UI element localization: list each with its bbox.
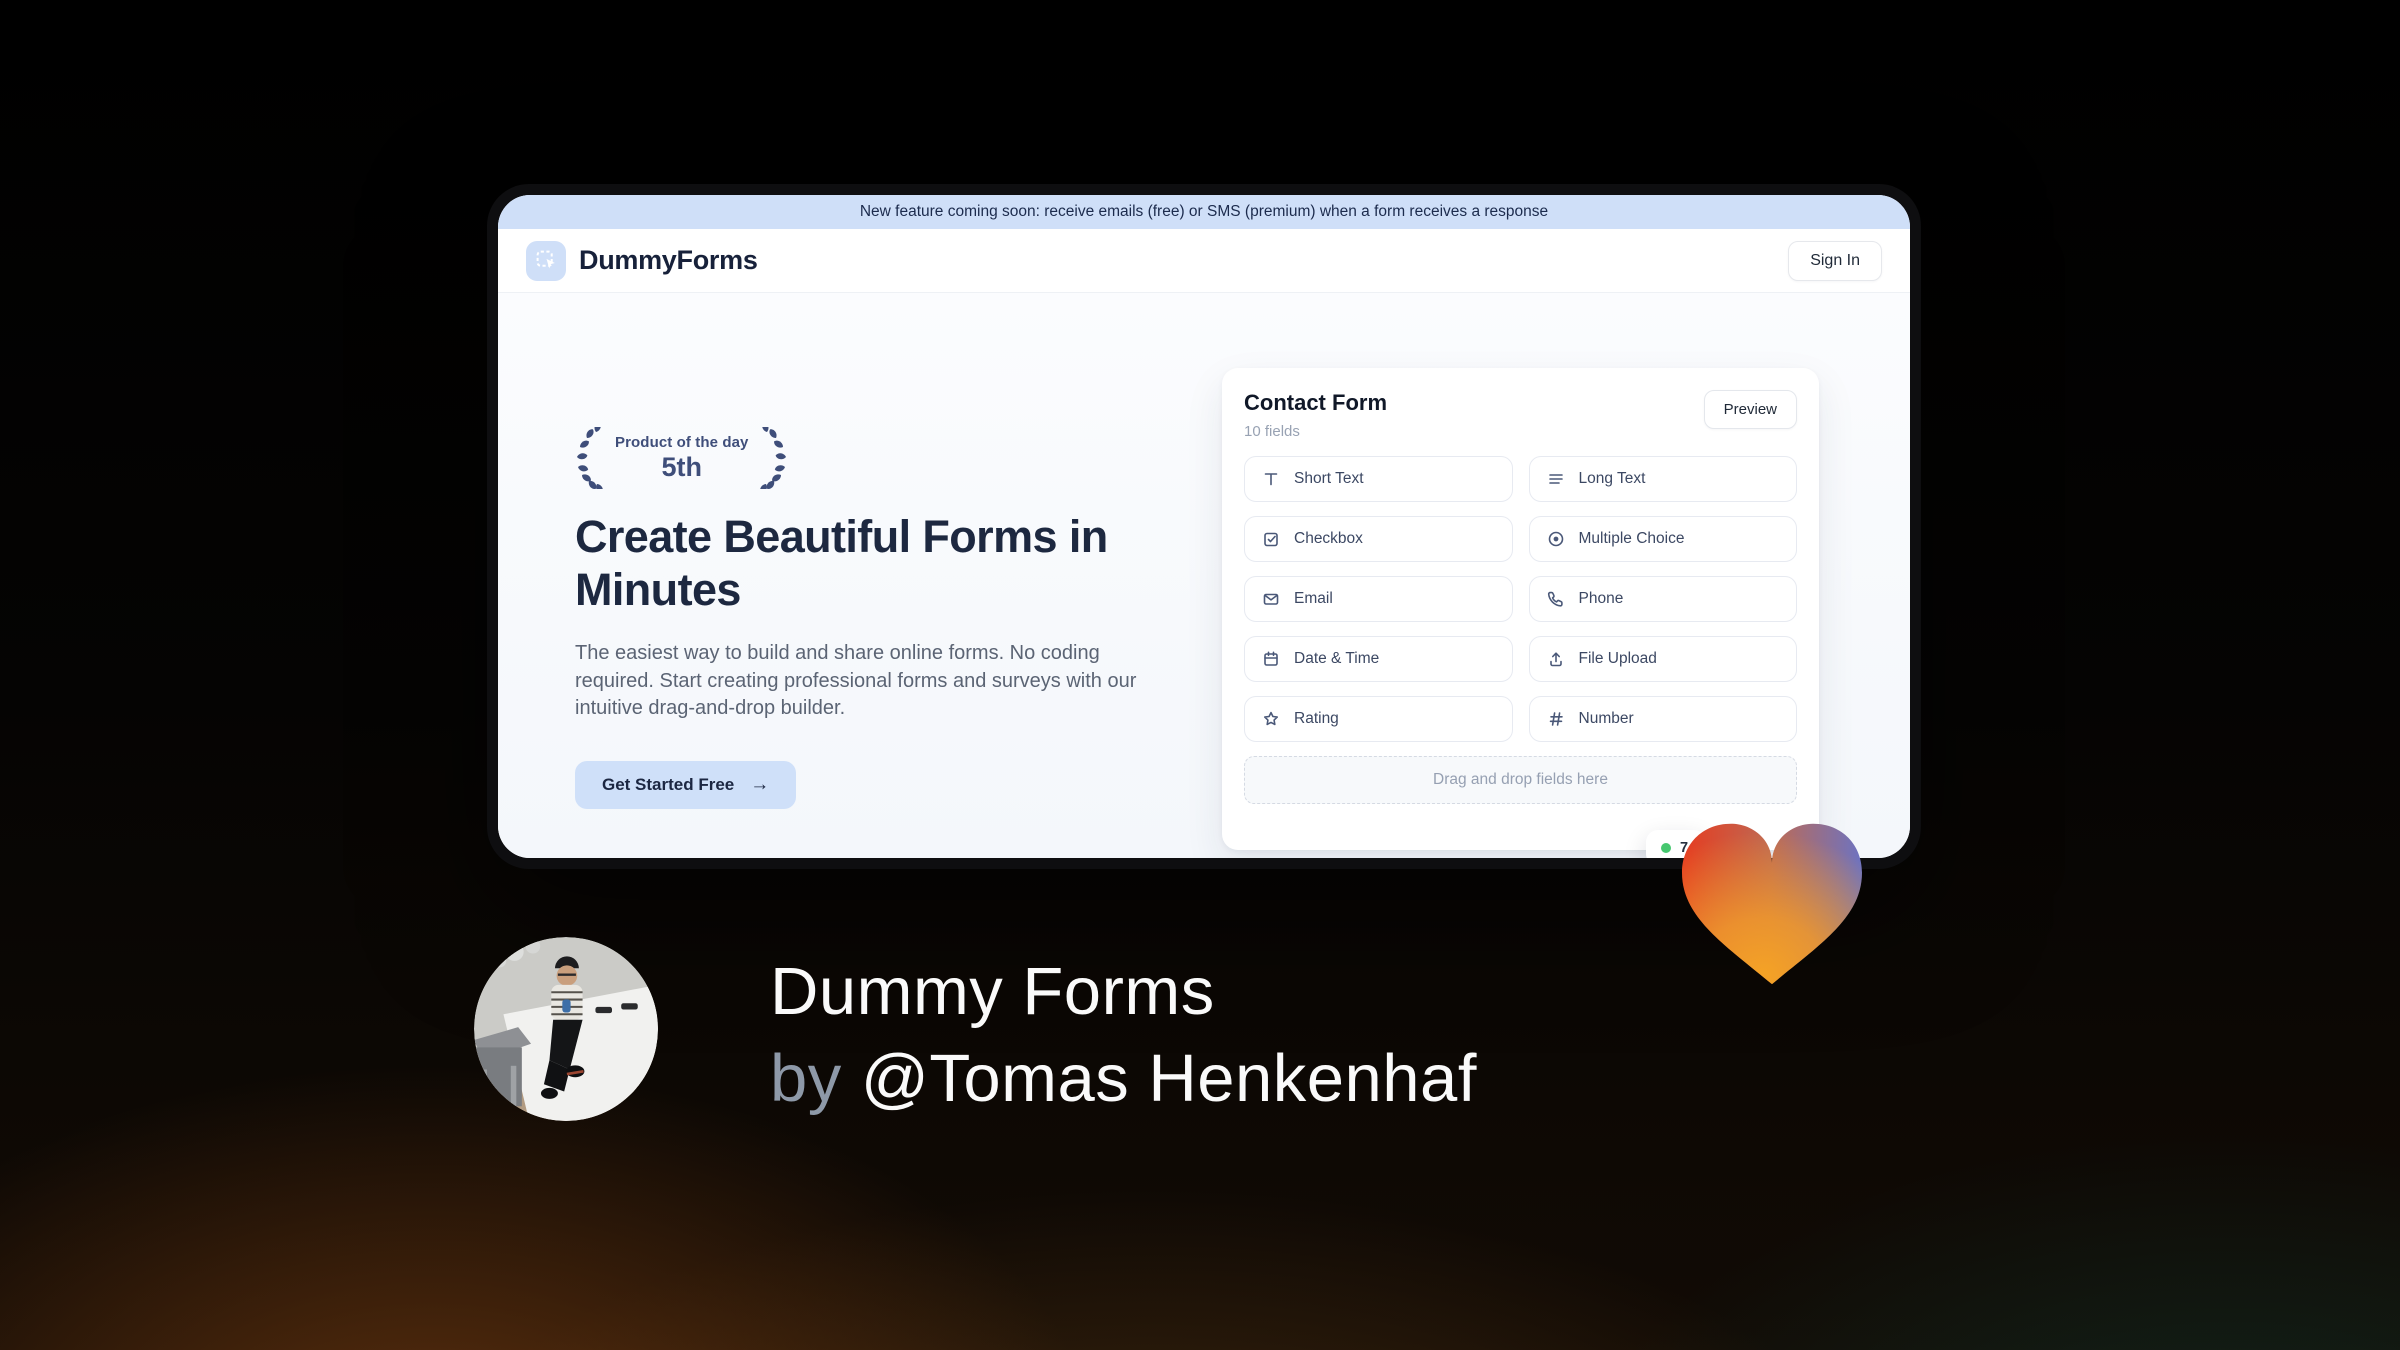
dummyforms-logo-icon: [526, 240, 566, 281]
creator-avatar: [474, 937, 658, 1121]
drag-drop-zone[interactable]: Drag and drop fields here: [1244, 756, 1797, 804]
long-text-icon: [1548, 474, 1563, 484]
status-dot-icon: [1661, 843, 1671, 853]
field-number[interactable]: Number: [1528, 696, 1797, 742]
hero-section: Product of the day 5th Create Beautiful …: [498, 293, 1910, 858]
form-builder-card: Contact Form 10 fields Preview Short Tex…: [1222, 368, 1819, 858]
field-multiple-choice[interactable]: Multiple Choice: [1528, 516, 1797, 562]
hero-copy: Product of the day 5th Create Beautiful …: [575, 427, 1223, 810]
laurel-left-icon: [577, 427, 603, 489]
credit-author: @Tomas Henkenhaf: [860, 1041, 1477, 1117]
preview-button[interactable]: Preview: [1703, 390, 1797, 429]
field-rating[interactable]: Rating: [1244, 696, 1513, 742]
email-icon: [1263, 593, 1279, 605]
browser-window: New feature coming soon: receive emails …: [487, 184, 1921, 869]
award-title: Product of the day: [615, 433, 749, 451]
checkbox-icon: [1264, 532, 1278, 547]
site-header: DummyForms Sign In: [498, 229, 1910, 293]
laurel-right-icon: [760, 427, 787, 489]
field-phone[interactable]: Phone: [1528, 576, 1797, 622]
brand-name: DummyForms: [579, 245, 758, 275]
gradient-heart-icon: [1682, 823, 1862, 985]
field-file-upload[interactable]: File Upload: [1528, 636, 1797, 682]
phone-icon: [1547, 591, 1563, 607]
get-started-button[interactable]: Get Started Free →: [575, 761, 797, 810]
hero-description: The easiest way to build and share onlin…: [575, 642, 1137, 720]
multiple-choice-icon: [1548, 531, 1563, 547]
creator-credit: Dummy Forms by @Tomas Henkenhaf: [474, 937, 1477, 1121]
arrow-right-icon: →: [750, 774, 770, 796]
brand[interactable]: DummyForms: [526, 240, 758, 281]
date-time-icon: [1264, 651, 1278, 666]
rating-icon: [1264, 711, 1278, 726]
dummyforms-site: New feature coming soon: receive emails …: [498, 195, 1910, 858]
product-of-the-day-badge: Product of the day 5th: [571, 427, 1223, 489]
credit-product-name: Dummy Forms: [770, 954, 1215, 1029]
award-rank: 5th: [661, 451, 702, 482]
cta-label: Get Started Free: [602, 775, 735, 795]
file-upload-icon: [1549, 652, 1562, 667]
field-checkbox[interactable]: Checkbox: [1244, 516, 1513, 562]
form-title: Contact Form: [1244, 390, 1387, 415]
field-short-text[interactable]: Short Text: [1244, 456, 1513, 502]
form-field-count: 10 fields: [1244, 423, 1300, 440]
field-email[interactable]: Email: [1244, 576, 1513, 622]
page-title: Create Beautiful Forms in Minutes: [575, 511, 1108, 615]
credit-byline-prefix: by: [770, 1041, 842, 1117]
field-type-grid: Short Text Long Text Checkbox Multiple C…: [1244, 456, 1797, 742]
field-long-text[interactable]: Long Text: [1528, 456, 1797, 502]
announcement-text: New feature coming soon: receive emails …: [859, 203, 1549, 220]
announcement-banner: New feature coming soon: receive emails …: [498, 195, 1910, 229]
short-text-icon: [1264, 473, 1278, 486]
field-date-time[interactable]: Date & Time: [1244, 636, 1513, 682]
sign-in-button[interactable]: Sign In: [1788, 240, 1882, 281]
number-icon: [1549, 712, 1563, 726]
